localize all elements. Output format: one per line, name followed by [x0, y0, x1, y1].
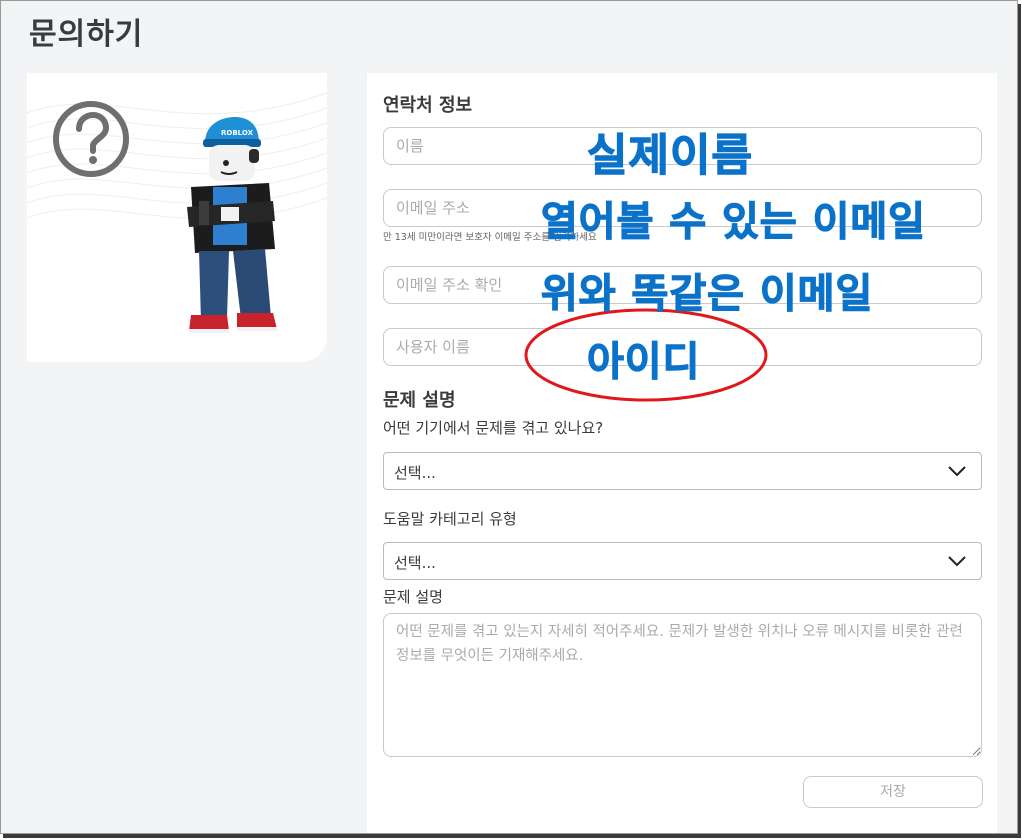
contact-form: 연락처 정보 만 13세 미만이라면 보호자 이메일 주소를 입력하세요 문제 …: [367, 73, 997, 833]
category-label: 도움말 카테고리 유형: [383, 510, 517, 528]
chevron-down-icon: [948, 556, 966, 567]
device-label: 어떤 기기에서 문제를 겪고 있나요?: [383, 419, 604, 437]
device-select-value: 선택...: [394, 464, 436, 482]
email-input[interactable]: [383, 189, 982, 227]
email-helper-text: 만 13세 미만이라면 보호자 이메일 주소를 입력하세요: [383, 232, 597, 243]
device-select[interactable]: 선택...: [383, 452, 982, 490]
window-frame: 문의하기 ROBLOX 연락처 정보 이름 이메일 주소 만 13세 미만이라면…: [0, 0, 1018, 834]
problem-description-heading: 문제 설명: [383, 390, 456, 411]
question-circle-icon: [53, 101, 129, 177]
email-confirm-input[interactable]: [383, 266, 982, 304]
roblox-avatar: ROBLOX: [187, 117, 277, 333]
contact-info-heading: 연락처 정보: [383, 95, 473, 116]
name-input[interactable]: [383, 127, 982, 165]
help-illustration-card: ROBLOX: [27, 73, 327, 362]
category-select[interactable]: 선택...: [383, 542, 982, 580]
page-title: 문의하기: [29, 17, 144, 52]
category-select-value: 선택...: [394, 554, 436, 572]
description-textarea[interactable]: [383, 613, 982, 757]
chevron-down-icon: [948, 466, 966, 477]
username-input[interactable]: [383, 328, 982, 366]
description-label: 문제 설명: [383, 588, 443, 606]
cap-logo: ROBLOX: [221, 129, 254, 137]
save-button[interactable]: 저장: [803, 776, 983, 808]
